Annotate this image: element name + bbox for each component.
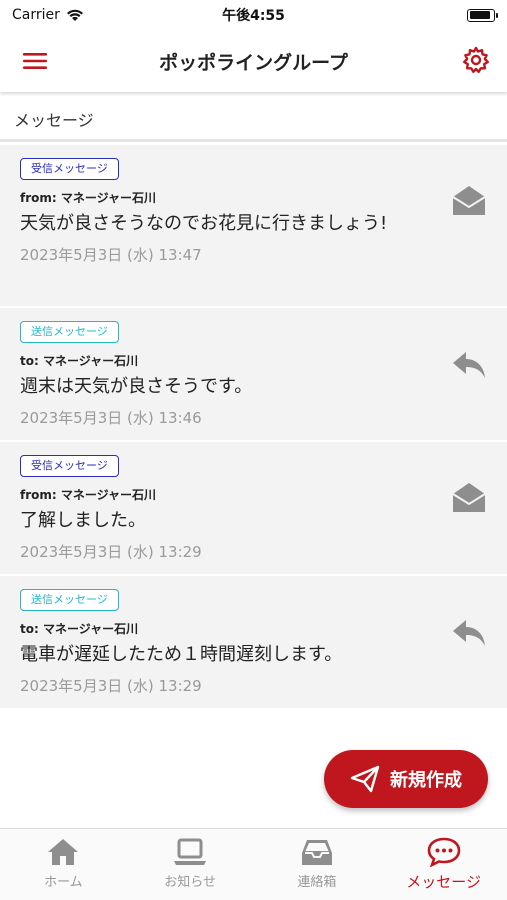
reply-icon [453, 620, 485, 646]
message-date: 2023年5月3日 (水) 13:47 [20, 246, 202, 264]
tab-messages[interactable]: メッセージ [380, 829, 507, 900]
section-header: メッセージ [0, 98, 507, 142]
message-body: 天気が良さそうなのでお花見に行きましょう! [20, 213, 388, 234]
tab-bar: ホーム お知らせ 連絡箱 メッセージ [0, 828, 507, 900]
message-recipient: to: マネージャー石川 [20, 622, 139, 636]
tab-inbox[interactable]: 連絡箱 [254, 829, 381, 900]
envelope-open-icon [452, 483, 486, 512]
laptop-icon [174, 838, 207, 865]
received-badge: 受信メッセージ [20, 158, 119, 180]
message-item-sent[interactable]: 送信メッセージ to: マネージャー石川 週末は天気が良さそうです。 2023年… [0, 308, 507, 442]
tab-notices[interactable]: お知らせ [127, 829, 254, 900]
gear-icon[interactable] [461, 45, 491, 75]
message-sender: from: マネージャー石川 [20, 191, 157, 205]
hamburger-menu-icon[interactable] [22, 48, 48, 74]
message-list: 受信メッセージ from: マネージャー石川 天気が良さそうなのでお花見に行きま… [0, 145, 507, 710]
chat-bubble-icon [427, 837, 460, 867]
message-item-received[interactable]: 受信メッセージ from: マネージャー石川 了解しました。 2023年5月3日… [0, 442, 507, 576]
tab-notices-label: お知らせ [164, 875, 216, 890]
sent-badge: 送信メッセージ [20, 589, 119, 611]
message-body: 週末は天気が良さそうです。 [20, 376, 253, 397]
message-date: 2023年5月3日 (水) 13:29 [20, 677, 202, 695]
message-body: 電車が遅延したため１時間遅刻します。 [20, 644, 343, 665]
inbox-icon [301, 840, 332, 865]
battery-icon [467, 8, 498, 22]
message-date: 2023年5月3日 (水) 13:29 [20, 543, 202, 561]
message-item-received[interactable]: 受信メッセージ from: マネージャー石川 天気が良さそうなのでお花見に行きま… [0, 145, 507, 308]
status-time: 午後4:55 [222, 8, 285, 24]
send-icon [350, 765, 380, 793]
received-badge: 受信メッセージ [20, 455, 119, 477]
message-recipient: to: マネージャー石川 [20, 354, 139, 368]
message-body: 了解しました。 [20, 510, 146, 531]
status-bar: Carrier 午後4:55 [0, 0, 507, 30]
page-title: ポッポライングループ [159, 51, 348, 74]
home-icon [48, 839, 79, 865]
sent-badge: 送信メッセージ [20, 321, 119, 343]
envelope-open-icon [452, 186, 486, 215]
tab-inbox-label: 連絡箱 [297, 875, 337, 890]
message-sender: from: マネージャー石川 [20, 488, 157, 502]
tab-messages-label: メッセージ [406, 873, 481, 891]
tab-home[interactable]: ホーム [0, 829, 127, 900]
tab-home-label: ホーム [44, 875, 83, 890]
navigation-bar: ポッポライングループ [0, 30, 507, 92]
message-date: 2023年5月3日 (水) 13:46 [20, 409, 202, 427]
message-item-sent[interactable]: 送信メッセージ to: マネージャー石川 電車が遅延したため１時間遅刻します。 … [0, 576, 507, 710]
new-message-button[interactable]: 新規作成 [324, 750, 488, 808]
new-message-label: 新規作成 [390, 770, 462, 791]
reply-icon [453, 352, 485, 378]
